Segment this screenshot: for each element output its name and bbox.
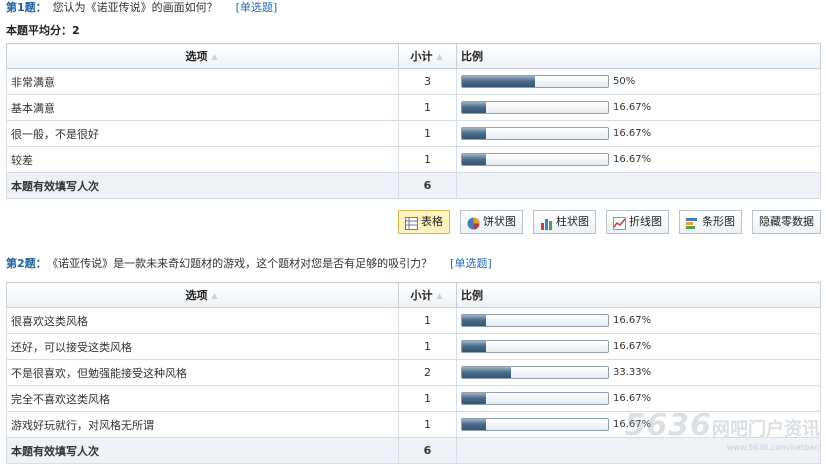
pie-chart-icon [467, 216, 480, 229]
sort-icon[interactable]: ▲ [210, 292, 220, 300]
hide-zero-data-button[interactable]: 隐藏零数据 [752, 210, 821, 234]
count-cell: 1 [398, 333, 457, 360]
table-view-button[interactable]: 表格 [398, 210, 450, 234]
percent-label: 16.67% [613, 393, 652, 404]
count-header[interactable]: 小计 ▲ [398, 43, 457, 69]
bar-chart-button[interactable]: 条形图 [679, 210, 742, 234]
percent-label: 16.67% [613, 154, 652, 165]
progress-bar [461, 101, 609, 114]
progress-bar-fill [462, 76, 535, 87]
progress-bar [461, 418, 609, 431]
question-type-link[interactable]: [单选题] [450, 257, 492, 270]
ratio-cell: 16.67% [456, 94, 821, 121]
progress-bar-fill [462, 154, 487, 165]
option-cell: 还好，可以接受这类风格 [6, 333, 399, 360]
option-header[interactable]: 选项 ▲ [6, 282, 399, 308]
option-cell: 游戏好玩就行，对风格无所谓 [6, 411, 399, 438]
question-text: 您认为《诺亚传说》的画面如何？ [52, 1, 218, 14]
table-row: 非常满意 3 50% [6, 68, 821, 95]
progress-bar [461, 314, 609, 327]
progress-bar [461, 153, 609, 166]
total-empty-cell [456, 172, 821, 199]
count-cell: 3 [398, 68, 457, 95]
watermark-url: www.5636.com/netbar/ [726, 443, 820, 452]
line-chart-icon [613, 216, 626, 230]
percent-label: 33.33% [613, 367, 652, 378]
ratio-cell: 16.67% [456, 333, 821, 360]
progress-bar-fill [462, 102, 487, 113]
ratio-header: 比例 [456, 43, 821, 69]
column-chart-icon [540, 216, 553, 230]
option-cell: 不是很喜欢，但勉强能接受这种风格 [6, 359, 399, 386]
table-row: 不是很喜欢，但勉强能接受这种风格 2 33.33% [6, 359, 821, 386]
option-header[interactable]: 选项 ▲ [6, 43, 399, 69]
pie-chart-button[interactable]: 饼状图 [460, 210, 523, 234]
question-1-title: 第1题： 您认为《诺亚传说》的画面如何？ [单选题] [6, 0, 277, 16]
watermark-text: 网吧门户资讯 [712, 419, 820, 440]
sort-icon[interactable]: ▲ [210, 53, 220, 61]
option-cell: 非常满意 [6, 68, 399, 95]
table-row: 还好，可以接受这类风格 1 16.67% [6, 333, 821, 360]
progress-bar-fill [462, 367, 511, 378]
ratio-cell: 16.67% [456, 307, 821, 334]
percent-label: 16.67% [613, 315, 652, 326]
chart-toolbar: 表格 饼状图 柱状图 折线图 条形图 隐藏零数据 [398, 210, 821, 236]
progress-bar-fill [462, 128, 487, 139]
progress-bar [461, 366, 609, 379]
count-header[interactable]: 小计 ▲ [398, 282, 457, 308]
line-chart-button[interactable]: 折线图 [606, 210, 669, 234]
option-cell: 基本满意 [6, 94, 399, 121]
progress-bar [461, 340, 609, 353]
progress-bar-fill [462, 393, 487, 404]
progress-bar-fill [462, 419, 487, 430]
question-2-title: 第2题： 《诺亚传说》是一款未来奇幻题材的游戏，这个题材对您是否有足够的吸引力？ [… [6, 256, 492, 272]
progress-bar [461, 127, 609, 140]
total-row: 本题有效填写人次 6 [6, 172, 821, 199]
total-count: 6 [398, 172, 457, 199]
option-cell: 完全不喜欢这类风格 [6, 385, 399, 412]
table-icon [405, 216, 418, 230]
question-1-table: 选项 ▲ 小计 ▲ 比例 非常满意 3 50% 基本满意 1 16.67% 很一般，不是很好 1 1… [6, 43, 821, 199]
percent-label: 16.67% [613, 128, 652, 139]
table-row: 很一般，不是很好 1 16.67% [6, 120, 821, 147]
percent-label: 50% [613, 76, 636, 87]
count-cell: 1 [398, 146, 457, 173]
count-cell: 1 [398, 120, 457, 147]
option-cell: 很一般，不是很好 [6, 120, 399, 147]
percent-label: 16.67% [613, 341, 652, 352]
sort-icon[interactable]: ▲ [435, 292, 445, 300]
column-chart-button[interactable]: 柱状图 [533, 210, 596, 234]
progress-bar [461, 75, 609, 88]
bar-chart-icon [686, 216, 699, 229]
progress-bar-fill [462, 315, 487, 326]
total-label: 本题有效填写人次 [6, 172, 399, 199]
count-cell: 1 [398, 307, 457, 334]
count-cell: 1 [398, 94, 457, 121]
table-row: 基本满意 1 16.67% [6, 94, 821, 121]
question-type-link[interactable]: [单选题] [236, 1, 278, 14]
table-row: 很喜欢这类风格 1 16.67% [6, 307, 821, 334]
question-number: 第1题： [6, 1, 47, 14]
watermark: 5636网吧门户资讯 www.5636.com/netbar/ [625, 408, 821, 452]
sort-icon[interactable]: ▲ [435, 53, 445, 61]
progress-bar [461, 392, 609, 405]
watermark-logo: 5636 [624, 408, 712, 443]
option-cell: 较差 [6, 146, 399, 173]
progress-bar-fill [462, 341, 487, 352]
ratio-cell: 50% [456, 68, 821, 95]
count-cell: 2 [398, 359, 457, 386]
ratio-cell: 16.67% [456, 146, 821, 173]
option-cell: 很喜欢这类风格 [6, 307, 399, 334]
ratio-cell: 16.67% [456, 120, 821, 147]
percent-label: 16.67% [613, 102, 652, 113]
average-score: 本题平均分：2 [6, 24, 80, 37]
ratio-header: 比例 [456, 282, 821, 308]
ratio-cell: 33.33% [456, 359, 821, 386]
question-text: 《诺亚传说》是一款未来奇幻题材的游戏，这个题材对您是否有足够的吸引力？ [52, 257, 433, 270]
count-cell: 1 [398, 385, 457, 412]
count-cell: 1 [398, 411, 457, 438]
question-number: 第2题： [6, 257, 47, 270]
table-row: 较差 1 16.67% [6, 146, 821, 173]
